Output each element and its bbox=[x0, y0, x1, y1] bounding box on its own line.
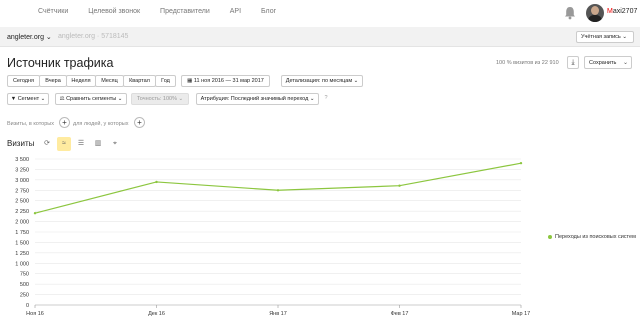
y-tick-label: 1 000 bbox=[15, 261, 29, 267]
top-navigation: Счётчики Целевой звонок Представители AP… bbox=[0, 0, 640, 27]
x-tick-label: Янв 17 bbox=[269, 311, 287, 317]
visits-line-chart: 0 250 500 750 1 000 1 250 1 500 1 750 2 000 2 250… bbox=[15, 157, 530, 317]
line-chart-icon[interactable]: ≈ bbox=[57, 137, 71, 151]
download-icon: ⤓ bbox=[571, 59, 575, 66]
visits-sample-note: 100 % визитов из 22 910 bbox=[496, 60, 559, 66]
detail-select[interactable]: Детализация: по месяцам ⌄ bbox=[281, 75, 363, 87]
period-today-button[interactable]: Сегодня bbox=[7, 75, 40, 87]
y-tick-label: 750 bbox=[20, 272, 29, 278]
attribution-select[interactable]: Атрибуция: Последний значимый переход ⌄ bbox=[196, 93, 319, 105]
data-point bbox=[398, 184, 401, 187]
site-selector[interactable]: angleter.org ⌄ bbox=[7, 33, 52, 41]
data-point bbox=[33, 212, 37, 215]
y-tick-label: 3 000 bbox=[15, 178, 29, 184]
area-chart-icon[interactable]: ☰ bbox=[74, 137, 88, 151]
chevron-down-icon: ⌄ bbox=[622, 34, 627, 40]
chevron-down-icon: ⌄ bbox=[622, 60, 628, 66]
x-tick-label: Ноя 16 bbox=[26, 311, 44, 317]
add-visit-filter-button[interactable]: + bbox=[59, 117, 70, 128]
y-tick-label: 1 500 bbox=[15, 240, 29, 246]
page-title: Источник трафика bbox=[7, 56, 114, 70]
chart-title: Визиты bbox=[7, 139, 35, 148]
legend-marker bbox=[548, 235, 552, 239]
nav-link-counters[interactable]: Счётчики bbox=[38, 8, 68, 15]
x-tick-label: Мар 17 bbox=[512, 311, 530, 317]
avatar[interactable] bbox=[586, 4, 604, 22]
period-yesterday-button[interactable]: Вчера bbox=[39, 75, 67, 87]
y-tick-label: 1 250 bbox=[15, 251, 29, 257]
chevron-down-icon: ⌄ bbox=[40, 96, 46, 102]
y-tick-label: 2 750 bbox=[15, 188, 29, 194]
download-button[interactable]: ⤓ bbox=[567, 56, 579, 69]
y-tick-label: 2 500 bbox=[15, 199, 29, 205]
site-counter-id: angleter.org · 5718145 bbox=[58, 33, 129, 40]
period-week-button[interactable]: Неделя bbox=[66, 75, 96, 87]
nav-link-target-call[interactable]: Целевой звонок bbox=[88, 8, 140, 15]
calendar-icon: ▦ bbox=[187, 78, 193, 84]
compare-segments-button[interactable]: ⚖ Сравнить сегменты ⌄ bbox=[55, 93, 127, 105]
help-icon[interactable]: ? bbox=[321, 93, 331, 105]
y-tick-label: 500 bbox=[20, 282, 29, 288]
bar-chart-icon[interactable]: ▥ bbox=[91, 137, 105, 151]
period-year-button[interactable]: Год bbox=[155, 75, 176, 87]
data-point bbox=[155, 180, 158, 184]
y-tick-label: 3 250 bbox=[15, 167, 29, 173]
site-bar: angleter.org ⌄ angleter.org · 5718145 Уч… bbox=[0, 27, 640, 47]
compare-icon: ⚖ bbox=[59, 96, 65, 102]
data-point bbox=[276, 189, 280, 192]
nav-link-representatives[interactable]: Представители bbox=[160, 8, 210, 15]
data-point bbox=[519, 161, 523, 165]
period-quarter-button[interactable]: Квартал bbox=[123, 75, 156, 87]
nav-link-api[interactable]: API bbox=[230, 8, 241, 15]
visits-filter-label: Визиты, в которых bbox=[7, 121, 54, 127]
users-filter-label: для людей, у которых bbox=[73, 121, 129, 127]
chevron-down-icon: ⌄ bbox=[178, 96, 184, 102]
add-user-filter-button[interactable]: + bbox=[134, 117, 145, 128]
username[interactable]: Maxi2707 bbox=[607, 8, 637, 15]
save-button[interactable]: Сохранить ⌄ bbox=[584, 56, 632, 69]
x-tick-label: Фев 17 bbox=[391, 311, 409, 317]
date-range-button[interactable]: ▦ 11 ноя 2016 — 31 мар 2017 bbox=[181, 75, 270, 87]
nav-link-blog[interactable]: Блог bbox=[261, 8, 276, 15]
chart-legend[interactable]: Переходы из поисковых систем bbox=[548, 234, 636, 240]
refresh-icon[interactable]: ⟳ bbox=[40, 137, 54, 151]
plus-icon: + bbox=[62, 118, 67, 127]
y-tick-label: 3 500 bbox=[15, 157, 29, 163]
y-tick-label: 1 750 bbox=[15, 230, 29, 236]
series-line bbox=[34, 162, 522, 214]
legend-label: Переходы из поисковых систем bbox=[555, 234, 636, 240]
chevron-down-icon: ⌄ bbox=[353, 78, 359, 84]
x-tick-label: Дек 16 bbox=[148, 311, 165, 317]
accuracy-select[interactable]: Точность: 100% ⌄ bbox=[131, 93, 189, 105]
y-tick-label: 2 000 bbox=[15, 220, 29, 226]
top-nav-links: Счётчики Целевой звонок Представители AP… bbox=[38, 8, 276, 15]
chevron-down-icon: ⌄ bbox=[309, 96, 315, 102]
y-tick-label: 2 250 bbox=[15, 209, 29, 215]
period-month-button[interactable]: Месяц bbox=[95, 75, 124, 87]
filter-icon: ▼ bbox=[10, 96, 17, 102]
segment-button[interactable]: ▼ Сегмент ⌄ bbox=[7, 93, 49, 105]
notification-bell-icon[interactable] bbox=[564, 6, 576, 20]
y-tick-label: 250 bbox=[20, 293, 29, 299]
plus-icon: + bbox=[137, 118, 142, 127]
map-pin-icon[interactable]: ⌖ bbox=[108, 137, 122, 151]
account-button[interactable]: Учётная запись ⌄ bbox=[576, 31, 634, 43]
y-tick-label: 0 bbox=[26, 303, 29, 309]
chevron-down-icon: ⌄ bbox=[117, 96, 123, 102]
